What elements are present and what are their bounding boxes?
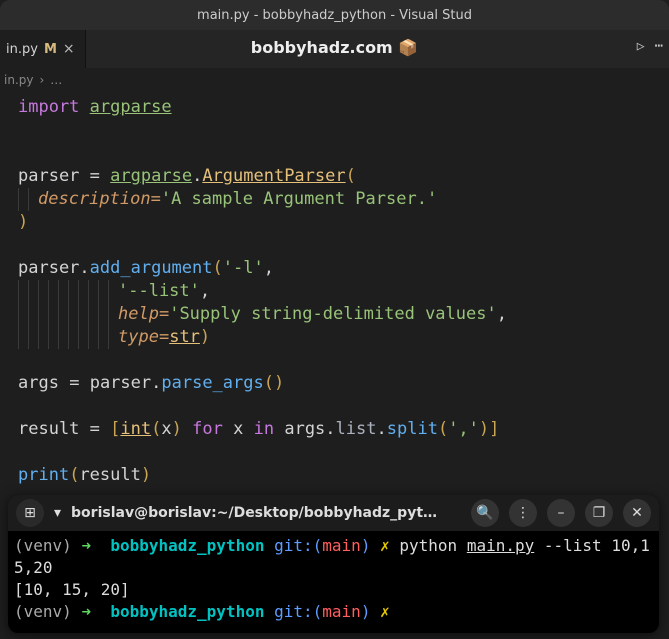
breadcrumb-file: in.py: [4, 73, 33, 87]
maximize-icon[interactable]: ❐: [585, 499, 613, 527]
minimize-icon[interactable]: –: [547, 499, 575, 527]
code-line: [18, 441, 669, 464]
code-line: help='Supply string-delimited values',: [18, 303, 669, 326]
code-line: [18, 395, 669, 418]
code-editor[interactable]: import argparse parser = argparse.Argume…: [0, 92, 669, 497]
center-caption: bobbyhadz.com 📦: [0, 38, 669, 57]
tab-bar: in.py M × bobbyhadz.com 📦 ▷ ⋯: [0, 30, 669, 68]
code-line: ): [18, 211, 669, 234]
code-line: parser.add_argument('-l',: [18, 257, 669, 280]
code-line: parser = argparse.ArgumentParser(: [18, 165, 669, 188]
code-line: [18, 349, 669, 372]
window-titlebar: main.py - bobbyhadz_python - Visual Stud: [0, 0, 669, 30]
code-line: result = [int(x) for x in args.list.spli…: [18, 418, 669, 441]
terminal-body[interactable]: (venv) ➜ bobbyhadz_python git:(main) ✗ p…: [8, 531, 659, 629]
code-line: [18, 142, 669, 165]
close-icon[interactable]: ×: [63, 41, 75, 57]
code-line: print(result): [18, 464, 669, 487]
code-line: args = parser.parse_args(): [18, 372, 669, 395]
search-icon[interactable]: 🔍: [471, 499, 499, 527]
chevron-down-icon[interactable]: ▾: [54, 505, 61, 521]
code-line: type=str): [18, 326, 669, 349]
terminal-title: borislav@borislav:~/Desktop/bobbyhadz_py…: [71, 505, 461, 521]
close-icon[interactable]: ✕: [623, 499, 651, 527]
tab-label: in.py: [6, 42, 38, 57]
new-tab-icon[interactable]: ⊞: [16, 499, 44, 527]
code-line: [18, 234, 669, 257]
code-line: [18, 119, 669, 142]
menu-icon[interactable]: ⋮: [509, 499, 537, 527]
code-line: import argparse: [18, 96, 669, 119]
code-line: description='A sample Argument Parser.': [18, 188, 669, 211]
window-title: main.py - bobbyhadz_python - Visual Stud: [197, 8, 472, 23]
breadcrumb[interactable]: in.py › …: [0, 68, 669, 92]
more-icon[interactable]: ⋯: [655, 38, 663, 54]
terminal-panel[interactable]: ⊞ ▾ borislav@borislav:~/Desktop/bobbyhad…: [8, 495, 659, 633]
run-icon[interactable]: ▷: [637, 39, 645, 54]
breadcrumb-dots: …: [50, 73, 62, 87]
terminal-titlebar: ⊞ ▾ borislav@borislav:~/Desktop/bobbyhad…: [8, 495, 659, 531]
terminal-output: [10, 15, 20]: [14, 580, 130, 599]
tab-main-py[interactable]: in.py M ×: [0, 30, 86, 68]
code-line: '--list',: [18, 280, 669, 303]
chevron-right-icon: ›: [39, 73, 44, 87]
modified-indicator: M: [44, 42, 57, 57]
